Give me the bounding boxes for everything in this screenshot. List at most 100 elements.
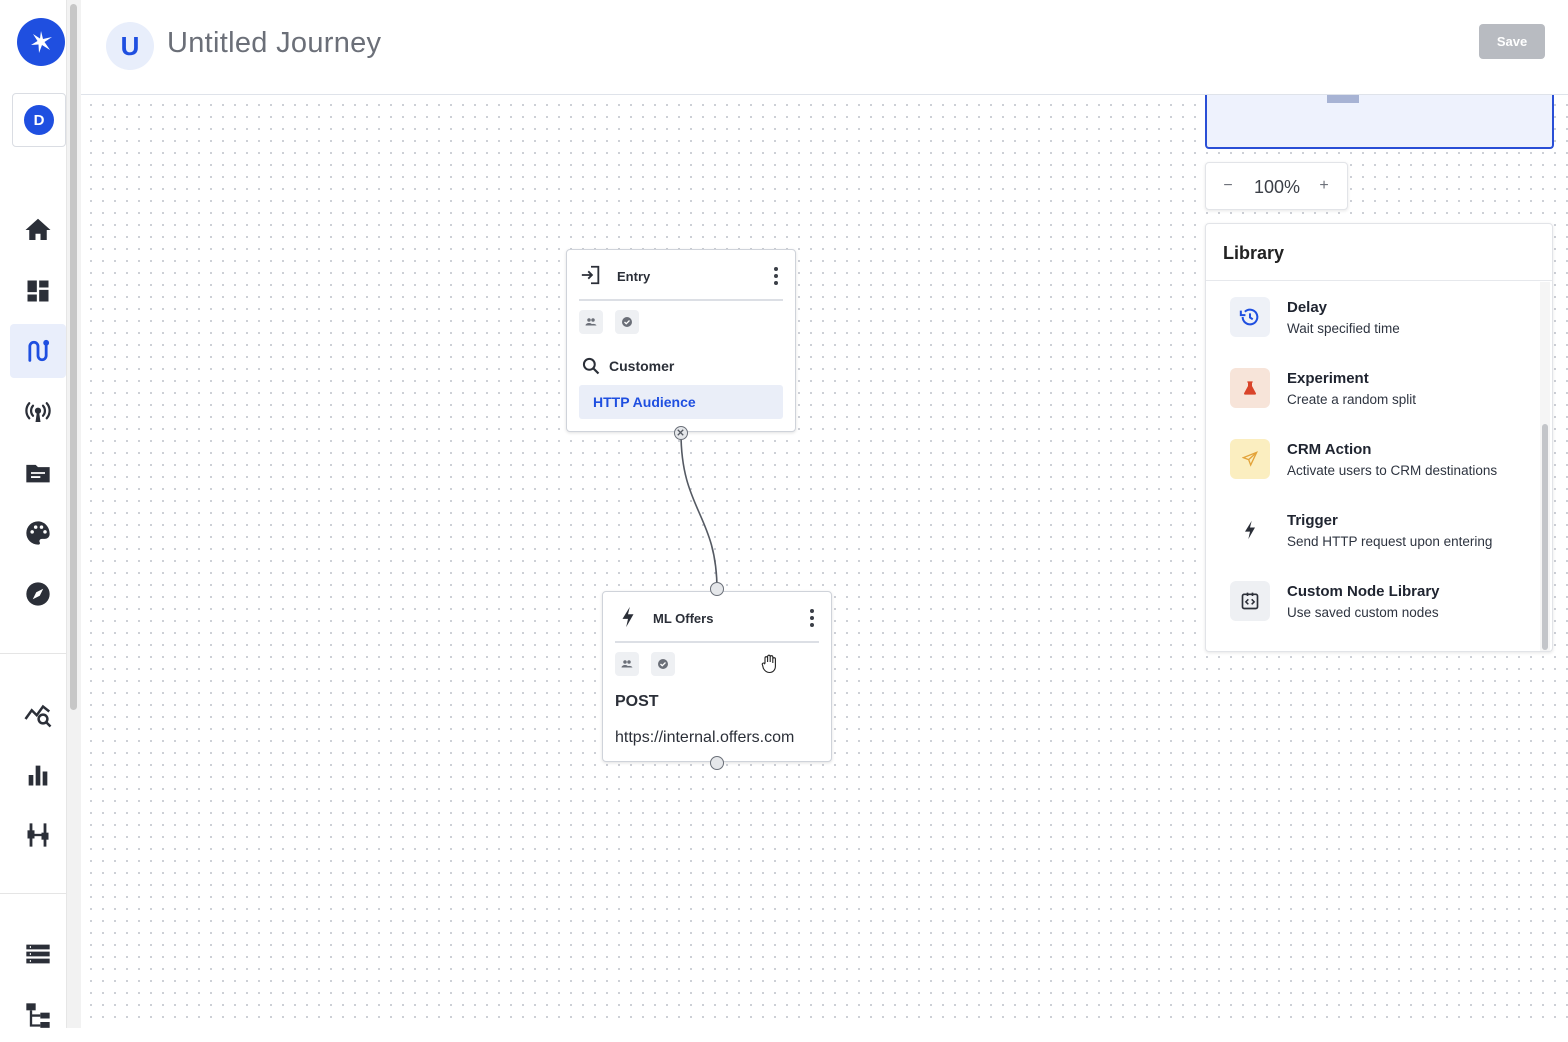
status-chip[interactable] xyxy=(615,310,639,334)
zoom-control: − 100% + xyxy=(1205,162,1348,210)
library-item-desc: Use saved custom nodes xyxy=(1287,605,1439,620)
http-method: POST xyxy=(615,693,659,710)
sliders-icon xyxy=(27,823,49,847)
node-header: Entry xyxy=(579,250,783,301)
nav-hierarchy[interactable] xyxy=(10,988,66,1042)
nav-tables[interactable] xyxy=(10,927,66,981)
users-icon xyxy=(585,318,597,326)
nav-reports[interactable] xyxy=(10,748,66,802)
zoom-level: 100% xyxy=(1254,177,1301,197)
analytics-icon xyxy=(24,704,52,728)
journey-title[interactable]: Untitled Journey xyxy=(167,27,381,60)
login-icon xyxy=(581,265,600,285)
library-item-custom-node-library[interactable]: Custom Node Library Use saved custom nod… xyxy=(1230,578,1530,630)
nav-appearance[interactable] xyxy=(10,506,66,560)
library-scrollbar-thumb[interactable] xyxy=(1542,424,1548,650)
hierarchy-icon xyxy=(26,1003,50,1028)
send-icon xyxy=(1242,451,1258,467)
library-item-desc: Activate users to CRM destinations xyxy=(1287,463,1498,478)
more-vert-icon[interactable] xyxy=(809,608,815,628)
nav-dashboard[interactable] xyxy=(10,264,66,318)
node-library-panel: Library Delay Wait specified time Experi… xyxy=(1205,223,1553,652)
rail-divider xyxy=(0,893,66,894)
library-item-icon-box xyxy=(1230,581,1270,621)
home-icon xyxy=(25,218,51,240)
dashboard-icon xyxy=(27,280,49,302)
minimap[interactable] xyxy=(1205,95,1554,149)
audience-chip[interactable] xyxy=(615,652,639,676)
nav-analytics[interactable] xyxy=(10,687,66,741)
library-item-icon-box xyxy=(1230,510,1270,550)
audience-chip[interactable] xyxy=(579,310,603,334)
library-item-trigger[interactable]: Trigger Send HTTP request upon entering xyxy=(1230,507,1530,559)
journey-header: U Untitled Journey Save xyxy=(81,0,1568,95)
nav-home[interactable] xyxy=(10,203,66,257)
nav-files[interactable] xyxy=(10,446,66,500)
nav-settings[interactable] xyxy=(10,808,66,862)
library-item-experiment[interactable]: Experiment Create a random split xyxy=(1230,365,1530,417)
library-item-icon-box xyxy=(1230,439,1270,479)
code-box-icon xyxy=(1241,592,1259,610)
library-item-crm-action[interactable]: CRM Action Activate users to CRM destina… xyxy=(1230,436,1530,488)
zoom-in-button[interactable]: + xyxy=(1310,172,1338,200)
library-item-desc: Create a random split xyxy=(1287,392,1417,407)
audience-pill[interactable]: HTTP Audience xyxy=(579,385,783,419)
nav-explore[interactable] xyxy=(10,567,66,621)
ml-offers-output-handle[interactable] xyxy=(710,756,724,770)
history-icon xyxy=(1239,308,1259,326)
broadcast-icon xyxy=(25,402,51,422)
library-item-name: Delay xyxy=(1287,299,1328,316)
library-item-delay[interactable]: Delay Wait specified time xyxy=(1230,294,1530,346)
compass-icon xyxy=(26,582,50,606)
bar-chart-icon xyxy=(28,765,48,786)
library-item-desc: Send HTTP request upon entering xyxy=(1287,534,1493,549)
close-icon xyxy=(677,429,684,436)
library-item-icon-box xyxy=(1230,297,1270,337)
nav-broadcast[interactable] xyxy=(10,385,66,439)
journey-icon xyxy=(28,339,50,362)
audience-name: HTTP Audience xyxy=(593,394,696,410)
journey-avatar: U xyxy=(106,22,154,70)
library-item-desc: Wait specified time xyxy=(1287,321,1400,336)
ml-offers-input-handle[interactable] xyxy=(710,582,724,596)
library-item-name: Trigger xyxy=(1287,512,1338,529)
library-item-name: Experiment xyxy=(1287,370,1369,387)
entry-target-label: Customer xyxy=(609,358,675,374)
http-url: https://internal.offers.com xyxy=(615,729,795,746)
entry-output-handle[interactable] xyxy=(674,426,688,440)
folder-icon xyxy=(26,464,50,483)
node-title: Entry xyxy=(617,269,651,284)
entry-node[interactable]: Entry Customer HTTP Audience xyxy=(566,249,796,432)
library-item-name: CRM Action xyxy=(1287,441,1372,458)
account-switcher[interactable]: D xyxy=(12,93,66,147)
account-avatar: D xyxy=(24,105,54,135)
library-item-icon-box xyxy=(1230,368,1270,408)
rail-divider xyxy=(0,653,66,654)
minimap-node xyxy=(1327,95,1359,103)
status-chip[interactable] xyxy=(651,652,675,676)
save-button[interactable]: Save xyxy=(1479,24,1545,59)
library-divider xyxy=(1206,280,1552,281)
bolt-icon xyxy=(622,606,634,628)
node-header: ML Offers xyxy=(615,592,819,643)
left-nav-rail: D xyxy=(0,0,66,1028)
check-circle-icon xyxy=(622,317,632,327)
rail-scrollbar-thumb[interactable] xyxy=(70,4,77,710)
library-item-name: Custom Node Library xyxy=(1287,583,1440,600)
spark-logo-icon xyxy=(31,31,52,53)
nav-journeys[interactable] xyxy=(10,324,66,378)
more-vert-icon[interactable] xyxy=(773,266,779,286)
grab-hand-icon xyxy=(761,654,776,674)
check-circle-icon xyxy=(658,659,668,669)
ml-offers-node[interactable]: ML Offers POST https://internal.offers.c… xyxy=(602,591,832,762)
brand-logo[interactable] xyxy=(17,18,65,66)
library-title: Library xyxy=(1223,243,1285,263)
users-icon xyxy=(621,660,633,668)
zoom-out-button[interactable]: − xyxy=(1214,172,1242,200)
palette-icon xyxy=(26,521,50,545)
search-icon xyxy=(582,357,600,375)
bolt-icon xyxy=(1245,520,1255,540)
rail-scrollbar[interactable] xyxy=(66,0,82,1028)
list-icon xyxy=(26,944,50,964)
node-title: ML Offers xyxy=(653,611,714,626)
